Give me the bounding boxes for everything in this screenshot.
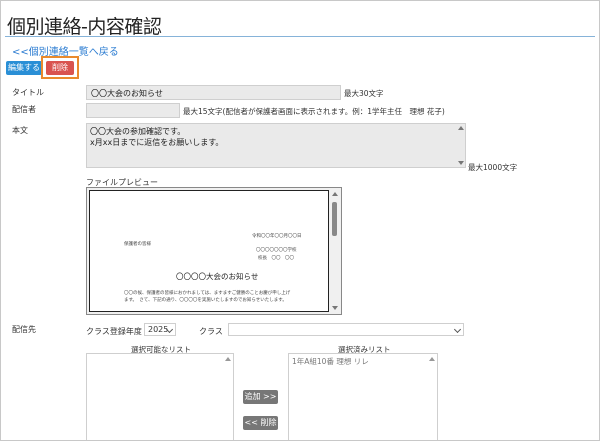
app-window: 個別連絡-内容確認 <<個別連絡一覧へ戻る 編集する 削除 タイトル 〇〇大会の… <box>0 0 600 441</box>
body-textarea[interactable]: 〇〇大会の参加確認です。 x月xx日までに返信をお願いします。 <box>86 123 466 168</box>
year-label: クラス登録年度 <box>86 327 142 336</box>
sender-field[interactable] <box>86 103 180 118</box>
file-preview[interactable]: 令和〇〇年〇〇月〇〇日 保護者の皆様 〇〇〇〇〇〇〇学校 校長 〇〇 〇〇 〇〇… <box>86 187 342 315</box>
scroll-up-icon[interactable] <box>429 357 435 361</box>
preview-scrollbar[interactable] <box>330 190 340 312</box>
remove-button[interactable]: << 削除 <box>243 416 278 430</box>
scroll-down-icon[interactable] <box>332 306 338 310</box>
class-label: クラス <box>199 327 223 336</box>
sender-label: 配信者 <box>12 105 36 114</box>
edit-button[interactable]: 編集する <box>6 61 42 75</box>
doc-date: 令和〇〇年〇〇月〇〇日 <box>252 234 302 239</box>
doc-body: 〇〇の候、保護者の皆様におかれましては、ますますご健勝のことお慶び申し上げます。… <box>124 291 291 303</box>
body-scrollbar[interactable] <box>457 124 465 167</box>
selected-listbox[interactable]: 1年A組10番 理想 リレ <box>288 353 438 440</box>
preview-document: 令和〇〇年〇〇月〇〇日 保護者の皆様 〇〇〇〇〇〇〇学校 校長 〇〇 〇〇 〇〇… <box>89 190 329 312</box>
body-line: x月xx日までに返信をお願いします。 <box>90 138 224 147</box>
doc-school: 〇〇〇〇〇〇〇学校 <box>256 248 297 253</box>
available-listbox[interactable] <box>86 353 234 440</box>
doc-recipient: 保護者の皆様 <box>124 242 151 247</box>
year-select[interactable]: 2025 <box>144 323 176 336</box>
scroll-down-icon[interactable] <box>458 161 464 165</box>
delete-button[interactable]: 削除 <box>46 61 74 75</box>
page-title: 個別連絡-内容確認 <box>7 16 162 38</box>
body-label: 本文 <box>12 126 28 135</box>
sender-note: 最大15文字(配信者が保護者画面に表示されます。例：1学年主任 理想 花子) <box>183 107 445 116</box>
scroll-up-icon[interactable] <box>225 357 231 361</box>
class-select[interactable] <box>228 323 464 336</box>
scrollbar-thumb[interactable] <box>332 202 337 236</box>
add-button[interactable]: 追加 >> <box>243 390 278 404</box>
doc-principal: 校長 〇〇 〇〇 <box>258 256 294 261</box>
scroll-up-icon[interactable] <box>332 192 338 196</box>
body-note: 最大1000文字 <box>468 163 518 172</box>
scroll-up-icon[interactable] <box>458 126 464 130</box>
list-item[interactable]: 1年A組10番 理想 リレ <box>292 356 434 367</box>
chevron-down-icon <box>453 325 462 334</box>
title-divider <box>5 36 595 37</box>
title-field[interactable]: 〇〇大会のお知らせ <box>86 85 341 100</box>
title-note: 最大30文字 <box>344 89 384 98</box>
body-line: 〇〇大会の参加確認です。 <box>90 127 186 136</box>
doc-heading: 〇〇〇〇大会のお知らせ <box>176 272 259 281</box>
recipients-label: 配信先 <box>12 325 36 334</box>
title-label: タイトル <box>12 88 44 97</box>
